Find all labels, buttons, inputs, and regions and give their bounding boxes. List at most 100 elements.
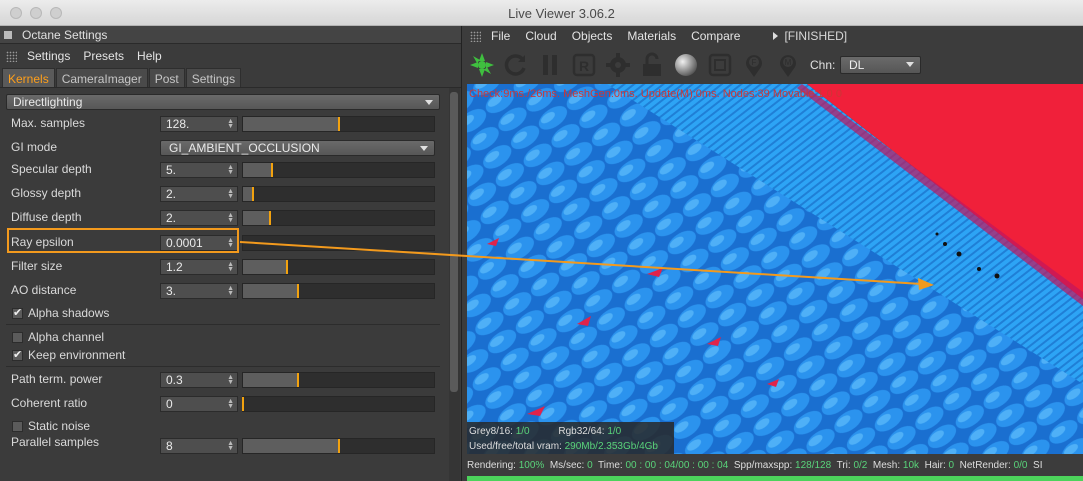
spinner-icon[interactable]: ▲ ▼ bbox=[227, 398, 234, 410]
slider-handle[interactable] bbox=[242, 397, 244, 411]
menu-settings[interactable]: Settings bbox=[27, 49, 70, 63]
slider-handle[interactable] bbox=[251, 187, 254, 201]
parallel-samples-slider[interactable] bbox=[242, 438, 435, 454]
settings-tabs: Kernels CameraImager Post Settings bbox=[0, 68, 461, 88]
grip-icon[interactable] bbox=[6, 50, 17, 62]
channel-value: DL bbox=[849, 58, 865, 72]
spinner-icon[interactable]: ▲ ▼ bbox=[227, 374, 234, 386]
render-viewport[interactable]: Check:9ms./26ms. MeshGen:0ms. Update(M):… bbox=[467, 84, 1083, 454]
coherent-ratio-input[interactable]: 0 ▲ ▼ bbox=[160, 396, 238, 412]
diffuse-depth-slider[interactable] bbox=[242, 210, 435, 226]
status-tail: SI bbox=[1033, 460, 1043, 471]
gear-icon[interactable] bbox=[605, 52, 631, 78]
tab-cameraimager[interactable]: CameraImager bbox=[55, 68, 148, 87]
octane-logo-icon[interactable] bbox=[469, 52, 495, 78]
param-label: Specular depth bbox=[11, 162, 92, 176]
specular-depth-slider[interactable] bbox=[242, 162, 435, 178]
info-row-formats: Grey8/16: 1/0 Rgb32/64: 1/0 bbox=[469, 424, 672, 439]
kernel-type-select[interactable]: Directlighting bbox=[6, 94, 440, 110]
param-keep-environment[interactable]: Keep environment bbox=[0, 346, 446, 366]
r-icon[interactable]: R bbox=[571, 52, 597, 78]
ao-distance-input[interactable]: 3. ▲ ▼ bbox=[160, 283, 238, 299]
sphere-icon[interactable] bbox=[673, 52, 699, 78]
render-image bbox=[467, 84, 1083, 454]
menu-file[interactable]: File bbox=[491, 29, 510, 43]
scrollbar-thumb[interactable] bbox=[450, 92, 458, 392]
path-term-power-input[interactable]: 0.3 ▲ ▼ bbox=[160, 372, 238, 388]
max-samples-slider[interactable] bbox=[242, 116, 435, 132]
render-status-bar: Rendering: 100% Ms/sec: 0 Time: 00 : 00 … bbox=[464, 457, 1083, 475]
filter-size-slider[interactable] bbox=[242, 259, 435, 275]
checkbox-label: Alpha channel bbox=[28, 330, 105, 344]
tab-kernels[interactable]: Kernels bbox=[2, 68, 55, 87]
tab-settings[interactable]: Settings bbox=[185, 68, 242, 87]
settings-scrollbar[interactable] bbox=[449, 88, 460, 481]
spinner-icon[interactable]: ▲ ▼ bbox=[227, 261, 234, 273]
filter-size-input[interactable]: 1.2 ▲ ▼ bbox=[160, 259, 238, 275]
hair-label: Hair: bbox=[924, 460, 946, 471]
spinner-icon[interactable]: ▲ ▼ bbox=[227, 164, 234, 176]
settings-panel-title-bar: Octane Settings bbox=[0, 26, 461, 44]
channel-select[interactable]: DL bbox=[840, 56, 921, 74]
pause-icon[interactable] bbox=[537, 52, 563, 78]
spinner-icon[interactable]: ▲ ▼ bbox=[227, 285, 234, 297]
ray-epsilon-slider[interactable] bbox=[242, 235, 435, 251]
max-samples-value: 128. bbox=[166, 117, 190, 131]
menu-cloud[interactable]: Cloud bbox=[525, 29, 556, 43]
kernel-settings-content: Directlighting Max. samples 128. ▲ ▼ GI mo… bbox=[0, 88, 446, 481]
param-label: AO distance bbox=[11, 283, 77, 297]
focus-pin-icon[interactable]: F bbox=[741, 52, 767, 78]
lock-icon[interactable] bbox=[639, 52, 665, 78]
specular-depth-input[interactable]: 5. ▲ ▼ bbox=[160, 162, 238, 178]
spinner-icon[interactable]: ▲ ▼ bbox=[227, 118, 234, 130]
path-term-power-slider[interactable] bbox=[242, 372, 435, 388]
keep-environment-checkbox[interactable] bbox=[12, 350, 23, 361]
menu-presets[interactable]: Presets bbox=[83, 49, 124, 63]
ao-distance-slider[interactable] bbox=[242, 283, 435, 299]
spinner-icon[interactable]: ▲ ▼ bbox=[227, 188, 234, 200]
spinner-icon[interactable]: ▲ ▼ bbox=[227, 212, 234, 224]
parallel-samples-input[interactable]: 8 ▲ ▼ bbox=[160, 438, 238, 454]
menu-objects[interactable]: Objects bbox=[572, 29, 613, 43]
slider-handle[interactable] bbox=[285, 260, 288, 274]
alpha-shadows-checkbox[interactable] bbox=[12, 308, 23, 319]
panel-icon bbox=[4, 30, 12, 39]
menu-compare[interactable]: Compare bbox=[691, 29, 740, 43]
ao-distance-value: 3. bbox=[166, 284, 177, 298]
slider-handle[interactable] bbox=[297, 373, 300, 387]
param-parallel-samples: Parallel samples 8 ▲ ▼ bbox=[0, 435, 446, 455]
param-alpha-shadows[interactable]: Alpha shadows bbox=[0, 304, 446, 324]
param-alpha-channel[interactable]: Alpha channel bbox=[0, 328, 446, 348]
menu-help[interactable]: Help bbox=[137, 49, 162, 63]
slider-handle[interactable] bbox=[337, 117, 340, 131]
coherent-ratio-slider[interactable] bbox=[242, 396, 435, 412]
alpha-channel-checkbox[interactable] bbox=[12, 332, 23, 343]
glossy-depth-input[interactable]: 2. ▲ ▼ bbox=[160, 186, 238, 202]
glossy-depth-slider[interactable] bbox=[242, 186, 435, 202]
max-samples-input[interactable]: 128. ▲ ▼ bbox=[160, 116, 238, 132]
menu-materials[interactable]: Materials bbox=[627, 29, 676, 43]
rendering-label: Rendering: bbox=[467, 460, 516, 471]
slider-fill bbox=[243, 117, 339, 131]
svg-text:R: R bbox=[579, 58, 589, 74]
static-noise-checkbox[interactable] bbox=[12, 421, 23, 432]
refresh-icon[interactable] bbox=[503, 52, 529, 78]
slider-handle[interactable] bbox=[337, 439, 340, 453]
diffuse-depth-input[interactable]: 2. ▲ ▼ bbox=[160, 210, 238, 226]
tab-post[interactable]: Post bbox=[148, 68, 185, 87]
gi-mode-select[interactable]: GI_AMBIENT_OCCLUSION bbox=[160, 140, 435, 156]
glossy-depth-value: 2. bbox=[166, 187, 177, 201]
render-stats-overlay: Check:9ms./26ms. MeshGen:0ms. Update(M):… bbox=[469, 88, 842, 100]
spp-label: Spp/maxspp: bbox=[733, 460, 793, 471]
slider-handle[interactable] bbox=[268, 211, 271, 225]
spinner-icon[interactable]: ▲ ▼ bbox=[227, 440, 234, 452]
slider-handle[interactable] bbox=[270, 163, 273, 177]
param-path-term-power: Path term. power 0.3 ▲ ▼ bbox=[0, 370, 446, 390]
region-icon[interactable] bbox=[707, 52, 733, 78]
param-static-noise[interactable]: Static noise bbox=[0, 417, 446, 437]
grip-icon[interactable] bbox=[470, 30, 481, 42]
slider-handle[interactable] bbox=[297, 284, 300, 298]
material-pin-icon[interactable]: M bbox=[775, 52, 801, 78]
kernel-type-value: Directlighting bbox=[13, 95, 83, 109]
play-arrow-icon[interactable] bbox=[773, 32, 779, 40]
